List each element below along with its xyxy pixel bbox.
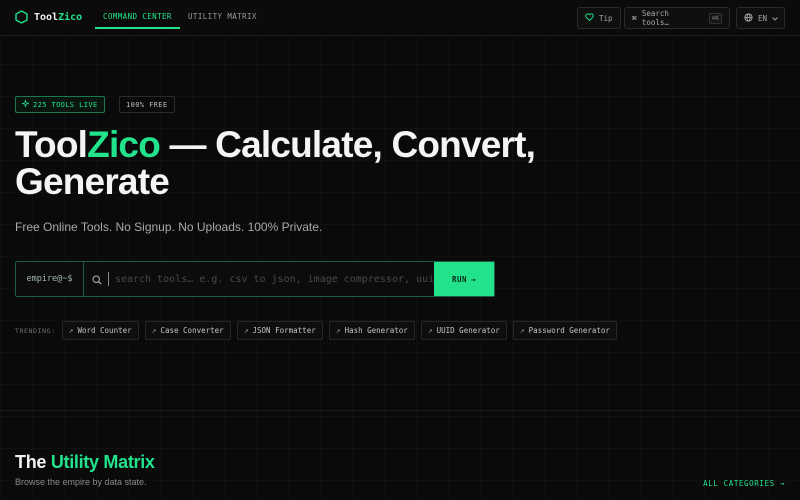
search-field-wrapper	[84, 262, 434, 296]
tab-utility-matrix[interactable]: UTILITY MATRIX	[180, 0, 265, 29]
trending-up-icon: ↗	[68, 326, 74, 335]
section-subtitle: Browse the empire by data state.	[15, 477, 147, 487]
all-categories-link[interactable]: ALL CATEGORIES →	[703, 479, 785, 488]
tools-live-text: 225 TOOLS LIVE	[33, 100, 98, 109]
trending-chip-json-formatter[interactable]: ↗ JSON Formatter	[236, 321, 323, 340]
trending-up-icon: ↗	[243, 326, 249, 335]
globe-icon	[744, 12, 753, 24]
chevron-down-icon	[772, 14, 778, 23]
nav-search-button[interactable]: ⌘ Search tools… ⌘K	[624, 7, 730, 29]
nav-search-label: Search tools…	[641, 9, 669, 27]
trending-up-icon: ↗	[427, 326, 433, 335]
top-nav: ToolZico COMMAND CENTER UTILITY MATRIX T…	[0, 0, 800, 36]
trending-up-icon: ↗	[335, 326, 341, 335]
tip-label: Tip	[599, 13, 613, 23]
tools-live-badge: 225 TOOLS LIVE	[15, 96, 105, 113]
trending-chip-uuid-generator[interactable]: ↗ UUID Generator	[420, 321, 507, 340]
language-label: EN	[758, 13, 768, 23]
free-badge: 100% FREE	[119, 96, 175, 113]
arrow-right-icon: →	[471, 274, 477, 284]
trending-up-icon: ↗	[519, 326, 525, 335]
brand-name: ToolZico	[34, 11, 83, 23]
trending-chip-case-converter[interactable]: ↗ Case Converter	[144, 321, 231, 340]
run-label: RUN	[451, 274, 468, 284]
hero-subtitle: Free Online Tools. No Signup. No Uploads…	[15, 220, 323, 234]
arrow-right-icon: →	[779, 479, 785, 488]
trending-label: TRENDING:	[15, 326, 56, 335]
hero-search-bar: empire@~$ RUN →	[15, 261, 495, 297]
tip-button[interactable]: Tip	[577, 7, 621, 29]
trending-up-icon: ↗	[151, 326, 157, 335]
run-button[interactable]: RUN →	[434, 262, 494, 296]
section-title: The Utility Matrix	[15, 452, 155, 472]
tab-command-center[interactable]: COMMAND CENTER	[95, 0, 180, 29]
brand-logo[interactable]: ToolZico	[15, 10, 82, 24]
trending-chip-password-generator[interactable]: ↗ Password Generator	[512, 321, 617, 340]
command-icon: ⌘	[632, 13, 637, 23]
sparkle-icon	[21, 99, 30, 109]
trending-chip-hash-generator[interactable]: ↗ Hash Generator	[328, 321, 415, 340]
search-icon	[92, 270, 102, 289]
hexagon-icon	[15, 10, 28, 24]
section-divider	[0, 410, 800, 411]
terminal-prompt: empire@~$	[16, 262, 84, 296]
search-input[interactable]	[108, 272, 434, 286]
heart-icon	[585, 13, 594, 23]
trending-chip-word-counter[interactable]: ↗ Word Counter	[61, 321, 139, 340]
search-shortcut: ⌘K	[708, 12, 722, 24]
trending-list: TRENDING: ↗ Word Counter ↗ Case Converter …	[15, 321, 617, 340]
language-selector[interactable]: EN	[736, 7, 785, 29]
hero-title: ToolZico — Calculate, Convert, Generate	[15, 124, 536, 202]
